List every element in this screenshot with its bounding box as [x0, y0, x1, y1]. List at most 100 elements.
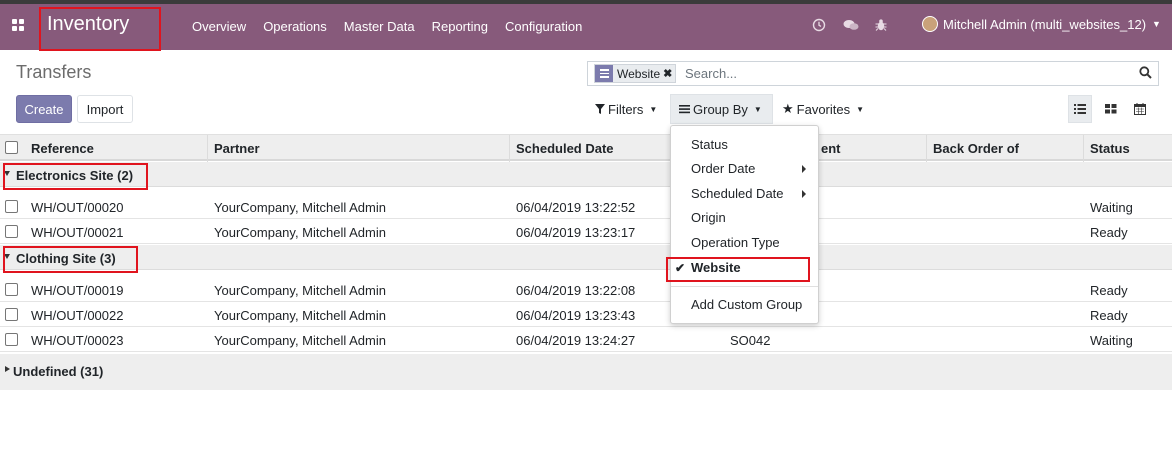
cell-scheduled-date: 06/04/2019 13:23:17 [516, 225, 636, 240]
cell-status: Ready [1090, 225, 1128, 240]
table-row[interactable]: WH/OUT/00022 YourCompany, Mitchell Admin… [0, 303, 1172, 327]
avatar [922, 16, 938, 32]
column-separator [509, 135, 510, 162]
list-view-button[interactable] [1068, 95, 1092, 123]
column-header-status[interactable]: Status [1090, 141, 1130, 156]
select-all-checkbox[interactable] [5, 141, 18, 154]
clock-icon[interactable] [812, 18, 826, 32]
column-separator [207, 135, 208, 162]
highlight-box-website-option [666, 257, 810, 282]
cell-reference: WH/OUT/00019 [31, 283, 124, 298]
row-checkbox[interactable] [5, 283, 18, 296]
chat-icon[interactable] [843, 18, 859, 32]
column-header-scheduled-date[interactable]: Scheduled Date [516, 141, 614, 156]
search-input[interactable]: Search... [685, 66, 737, 81]
groupby-button[interactable]: Group By ▼ [670, 94, 773, 124]
column-separator [1083, 135, 1084, 162]
highlight-box-electronics-group [3, 163, 148, 190]
filter-icon [595, 104, 605, 114]
create-button[interactable]: Create [16, 95, 72, 123]
cell-reference: WH/OUT/00020 [31, 200, 124, 215]
caret-down-icon: ▼ [753, 104, 762, 114]
cell-partner: YourCompany, Mitchell Admin [214, 200, 386, 215]
cell-partner: YourCompany, Mitchell Admin [214, 283, 386, 298]
filters-button[interactable]: Filters ▼ [587, 94, 669, 124]
groupby-option-status[interactable]: Status [691, 137, 728, 152]
group-row-electronics-site[interactable]: Electronics Site (2) [0, 162, 1172, 187]
favorites-label: Favorites [796, 101, 851, 117]
cell-status: Waiting [1090, 200, 1133, 215]
groupby-option-origin[interactable]: Origin [691, 210, 726, 225]
row-checkbox[interactable] [5, 308, 18, 321]
table-row[interactable]: WH/OUT/00023 YourCompany, Mitchell Admin… [0, 328, 1172, 352]
apps-menu-icon[interactable] [12, 19, 26, 33]
table-row[interactable]: WH/OUT/00021 YourCompany, Mitchell Admin… [0, 220, 1172, 244]
add-custom-group-button[interactable]: Add Custom Group [691, 297, 802, 312]
cell-status: Ready [1090, 308, 1128, 323]
menu-item-configuration[interactable]: Configuration [505, 19, 582, 34]
top-navbar: Inventory Overview Operations Master Dat… [0, 0, 1172, 51]
star-icon: ★ [782, 101, 794, 116]
row-checkbox[interactable] [5, 225, 18, 238]
groupby-option-operation-type[interactable]: Operation Type [691, 235, 780, 250]
cell-source-document: SO042 [730, 333, 771, 348]
cell-reference: WH/OUT/00023 [31, 333, 124, 348]
caret-right-icon [802, 165, 806, 173]
cell-status: Waiting [1090, 333, 1133, 348]
group-row-undefined[interactable]: Undefined (31) [0, 354, 1172, 390]
cell-scheduled-date: 06/04/2019 13:23:43 [516, 308, 636, 323]
column-header-back-order-of[interactable]: Back Order of [933, 141, 1019, 156]
search-bar: Website ✖ Search... [587, 61, 1159, 86]
menu-item-overview[interactable]: Overview [192, 19, 246, 34]
cell-scheduled-date: 06/04/2019 13:24:27 [516, 333, 636, 348]
table-header: Reference Partner Scheduled Date ent Bac… [0, 134, 1172, 162]
highlight-box-clothing-group [3, 246, 138, 273]
column-header-partner[interactable]: Partner [214, 141, 260, 156]
cell-scheduled-date: 06/04/2019 13:22:52 [516, 200, 636, 215]
calendar-view-button[interactable] [1128, 95, 1152, 123]
column-separator [926, 135, 927, 162]
list-icon [1074, 104, 1086, 114]
user-name: Mitchell Admin (multi_websites_12) [943, 16, 1147, 32]
cell-partner: YourCompany, Mitchell Admin [214, 308, 386, 323]
favorites-button[interactable]: ★ Favorites ▼ [774, 94, 874, 124]
import-button[interactable]: Import [77, 95, 133, 123]
cell-reference: WH/OUT/00021 [31, 225, 124, 240]
cell-partner: YourCompany, Mitchell Admin [214, 333, 386, 348]
caret-down-icon: ▼ [1152, 19, 1161, 29]
kanban-icon [1105, 104, 1117, 114]
menu-item-operations[interactable]: Operations [263, 19, 327, 34]
bars-icon [679, 105, 690, 114]
column-header-source-document[interactable]: ent [821, 141, 841, 156]
groupby-facet-icon [595, 65, 613, 82]
caret-down-icon: ▼ [856, 104, 865, 114]
row-checkbox[interactable] [5, 200, 18, 213]
search-icon[interactable] [1139, 66, 1152, 79]
facet-remove-icon[interactable]: ✖ [663, 67, 675, 80]
caret-right-icon [5, 366, 10, 372]
user-menu[interactable]: Mitchell Admin (multi_websites_12) ▼ [922, 16, 1161, 32]
group-label: Undefined (31) [13, 364, 104, 379]
kanban-view-button[interactable] [1099, 95, 1123, 123]
column-header-reference[interactable]: Reference [31, 141, 94, 156]
groupby-dropdown: Status Order Date Scheduled Date Origin … [670, 125, 819, 324]
cell-reference: WH/OUT/00022 [31, 308, 124, 323]
cell-partner: YourCompany, Mitchell Admin [214, 225, 386, 240]
menu-item-master-data[interactable]: Master Data [344, 19, 415, 34]
calendar-icon [1134, 103, 1146, 115]
row-checkbox[interactable] [5, 333, 18, 346]
caret-right-icon [802, 190, 806, 198]
menu-item-reporting[interactable]: Reporting [432, 19, 488, 34]
groupby-option-scheduled-date[interactable]: Scheduled Date [691, 186, 784, 201]
breadcrumb: Transfers [16, 62, 92, 82]
table-row[interactable]: WH/OUT/00019 YourCompany, Mitchell Admin… [0, 278, 1172, 302]
groupby-option-order-date[interactable]: Order Date [691, 161, 755, 176]
bug-icon[interactable] [874, 18, 888, 32]
caret-down-icon: ▼ [649, 104, 658, 114]
main-menu: Overview Operations Master Data Reportin… [192, 19, 599, 34]
systray [812, 18, 905, 32]
table-row[interactable]: WH/OUT/00020 YourCompany, Mitchell Admin… [0, 195, 1172, 219]
group-row-clothing-site[interactable]: Clothing Site (3) [0, 245, 1172, 270]
cell-scheduled-date: 06/04/2019 13:22:08 [516, 283, 636, 298]
cell-status: Ready [1090, 283, 1128, 298]
